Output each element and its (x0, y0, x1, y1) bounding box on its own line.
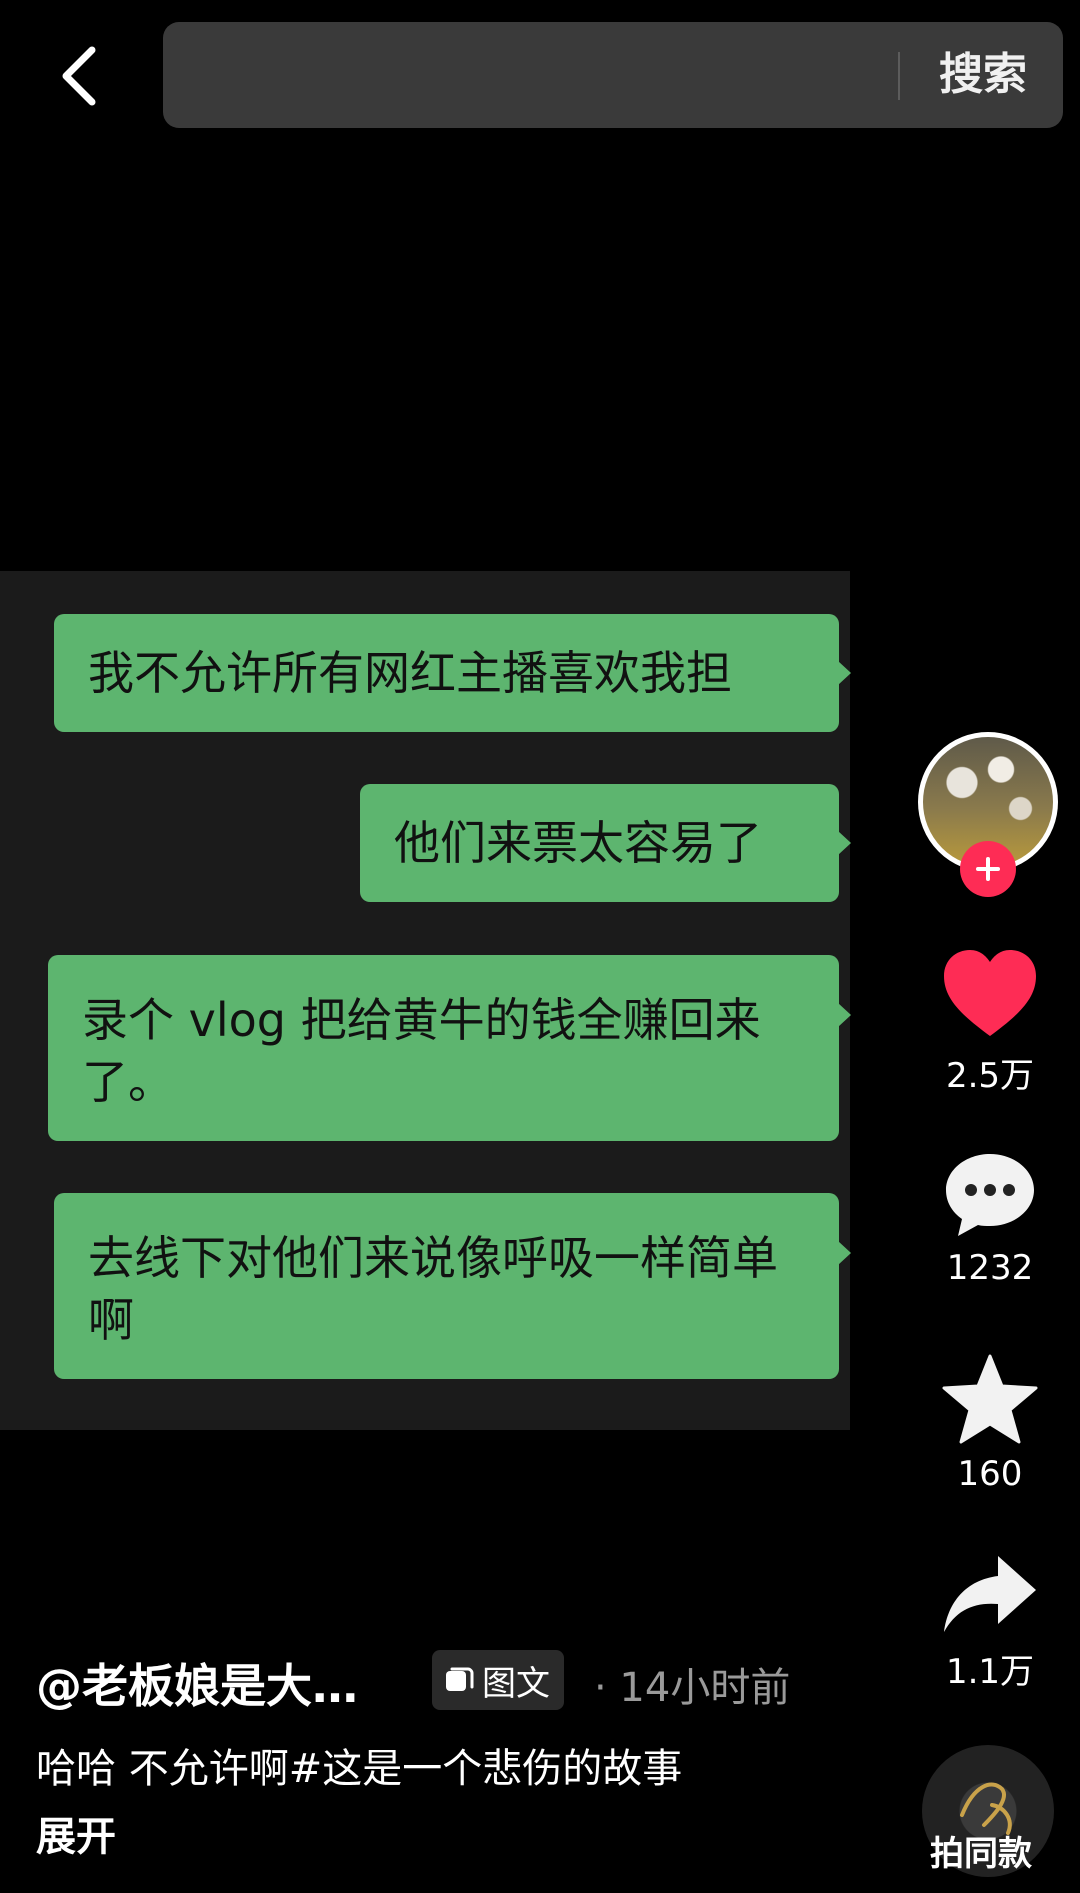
share-button[interactable]: 1.1万 (920, 1552, 1060, 1693)
like-button[interactable]: 2.5万 (920, 948, 1060, 1097)
chat-message-text: 他们来票太容易了 (394, 816, 762, 870)
chat-bubble: 录个 vlog 把给黄牛的钱全赚回来了。 (48, 955, 851, 1141)
search-divider (898, 52, 900, 100)
chat-bubble: 我不允许所有网红主播喜欢我担 (54, 614, 851, 732)
post-type-badge: 图文 (432, 1650, 564, 1710)
image-text-icon (446, 1667, 474, 1691)
chat-message-text: 我不允许所有网红主播喜欢我担 (88, 646, 732, 700)
back-button[interactable] (48, 40, 108, 112)
star-icon (942, 1354, 1038, 1444)
search-input[interactable] (189, 40, 793, 112)
comment-button[interactable]: 1232 (920, 1150, 1060, 1288)
favorite-count: 160 (957, 1454, 1023, 1494)
follow-button[interactable] (960, 841, 1016, 897)
chat-message-text: 去线下对他们来说像呼吸一样简单啊 (88, 1231, 778, 1347)
comment-icon (946, 1154, 1034, 1236)
plus-icon (976, 857, 1000, 881)
like-count: 2.5万 (945, 1056, 1035, 1096)
search-button[interactable]: 搜索 (939, 22, 1027, 128)
comment-count: 1232 (946, 1248, 1034, 1288)
chat-bubble: 去线下对他们来说像呼吸一样简单啊 (54, 1193, 851, 1379)
chevron-left-icon (62, 46, 96, 106)
share-count: 1.1万 (945, 1652, 1035, 1692)
post-description: 哈哈 不允许啊#这是一个悲伤的故事 (36, 1746, 683, 1792)
favorite-button[interactable]: 160 (920, 1352, 1060, 1494)
chat-bubble: 他们来票太容易了 (360, 784, 851, 902)
author-name[interactable]: @老板娘是大… (36, 1650, 358, 1716)
post-type-label: 图文 (482, 1663, 550, 1704)
use-template-label[interactable]: 拍同款 (930, 1826, 1032, 1875)
heart-icon (944, 950, 1036, 1036)
search-bar[interactable]: 搜索 (163, 22, 1063, 128)
chat-message-text: 录个 vlog 把给黄牛的钱全赚回来了。 (82, 993, 761, 1109)
share-icon (944, 1556, 1036, 1632)
expand-button[interactable]: 展开 (36, 1804, 116, 1862)
post-time: · 14小时前 (594, 1665, 791, 1711)
